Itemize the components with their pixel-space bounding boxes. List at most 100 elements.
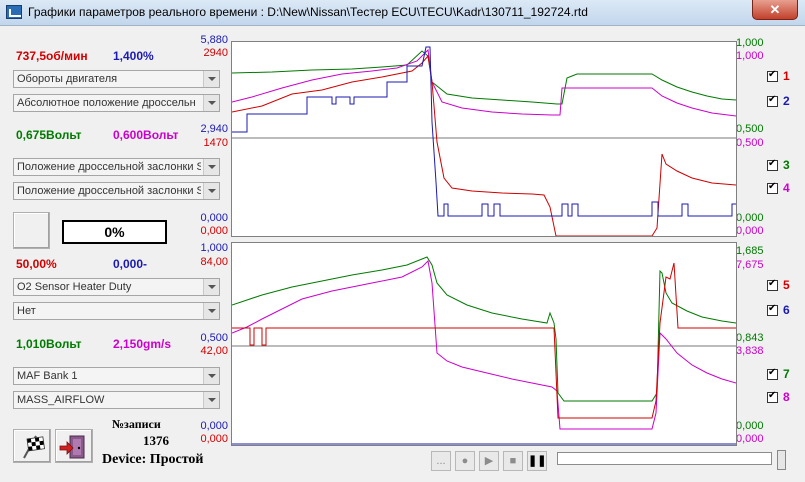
param-6-select-value: Нет [17,305,36,317]
channel-1-label: 1 [783,69,790,83]
bottom-left-axis-min-b: 0,000 [200,433,228,445]
channel-7-label: 7 [783,367,790,381]
top-left-axis-min-a: 0,000 [200,212,228,224]
channel-4-label: 4 [783,181,790,195]
top-right-axis-mid-a: 0,500 [736,123,764,135]
series-8-line [231,259,737,430]
checkered-flag-icon [23,435,45,459]
top-left-axis-min-b: 0,000 [200,225,228,237]
param-7-select-value: MAF Bank 1 [17,370,78,382]
channel-8-checkbox[interactable] [767,390,778,403]
chevron-down-icon[interactable] [203,183,219,199]
series-7-line [231,256,737,402]
bottom-right-axis-max-b: 7,675 [736,259,764,271]
bottom-left-axis-max-a: 1,000 [200,242,228,254]
bottom-left-axis-min-a: 0,000 [200,420,228,432]
client-area: 737,5об/мин 1,400% Обороты двигателя Абс… [0,27,805,482]
param-8-value: 2,150gm/s [113,337,172,351]
channel-1-checkbox[interactable] [767,69,778,82]
channel-8-label: 8 [783,390,790,404]
param-1-value: 737,5об/мин [16,49,88,63]
param-7-value: 1,010Вольт [16,337,82,351]
pause-button[interactable]: ❚❚ [527,451,547,471]
percent-display: 0% [62,220,167,244]
channel-6-label: 6 [783,303,790,317]
bottom-chart[interactable] [231,242,737,446]
param-2-value: 1,400% [113,49,154,63]
channel-7-checkbox[interactable] [767,367,778,380]
chevron-down-icon[interactable] [203,303,219,319]
top-right-axis-min-a: 0,000 [736,212,764,224]
bottom-left-axis-mid-a: 0,500 [200,332,228,344]
record-number: 1376 [143,433,169,448]
param-8-select-value: MASS_AIRFLOW [17,394,105,406]
bottom-right-axis-min-a: 0,000 [736,420,764,432]
param-3-value: 0,675Вольт [16,128,82,142]
top-chart-plot [231,46,737,237]
param-3-select-value: Положение дроссельной заслонки S [17,161,201,173]
app-icon [6,5,22,19]
top-right-axis-max-b: 1,000 [736,50,764,62]
exit-button[interactable] [55,429,93,463]
param-4-select[interactable]: Положение дроссельной заслонки S [13,182,220,200]
playback-slider-thumb[interactable] [777,450,786,470]
channel-3-checkbox[interactable] [767,158,778,171]
browse-button[interactable]: ... [431,451,451,471]
channel-2-label: 2 [783,94,790,108]
param-5-select-value: O2 Sensor Heater Duty [17,281,132,293]
bottom-left-axis-mid-b: 42,00 [200,345,228,357]
record-button[interactable]: ● [455,451,475,471]
param-8-select[interactable]: MASS_AIRFLOW [13,391,220,409]
channel-4-checkbox[interactable] [767,181,778,194]
top-chart[interactable] [231,41,737,237]
param-4-select-value: Положение дроссельной заслонки S [17,185,201,197]
chevron-down-icon[interactable] [203,71,219,87]
series-1-line [231,54,737,237]
param-1-select[interactable]: Обороты двигателя [13,70,220,88]
param-2-select-value: Абсолютное положение дроссельн [17,97,196,109]
chevron-down-icon[interactable] [203,368,219,384]
channel-5-checkbox[interactable] [767,278,778,291]
close-button[interactable]: ✕ [752,0,798,20]
bottom-chart-plot [231,256,737,445]
action-button[interactable] [13,212,50,249]
top-left-axis-mid-a: 2,940 [200,123,228,135]
channel-2-checkbox[interactable] [767,94,778,107]
param-6-value: 0,000- [113,257,148,271]
param-5-select[interactable]: O2 Sensor Heater Duty [13,278,220,296]
stop-button[interactable]: ■ [503,451,523,471]
finish-flag-button[interactable] [13,429,51,463]
series-3-line [231,50,737,105]
chevron-down-icon[interactable] [203,279,219,295]
bottom-right-axis-mid-a: 0,843 [736,332,764,344]
title-bar: Графики параметров реального времени : D… [0,0,805,26]
param-3-select[interactable]: Положение дроссельной заслонки S [13,158,220,176]
param-4-value: 0,600Вольт [113,128,179,142]
top-left-axis-mid-b: 1470 [203,137,228,149]
playback-slider-track[interactable] [557,452,772,465]
param-5-value: 50,00% [16,257,57,271]
bottom-left-axis-max-b: 84,00 [200,256,228,268]
param-2-select[interactable]: Абсолютное положение дроссельн [13,94,220,112]
param-6-select[interactable]: Нет [13,302,220,320]
bottom-right-axis-mid-b: 3,838 [736,345,764,357]
bottom-right-axis-min-b: 0,000 [736,433,764,445]
series-4-line [231,48,737,117]
channel-5-label: 5 [783,278,790,292]
record-label: №записи [112,417,161,431]
exit-door-icon [59,435,85,459]
chevron-down-icon[interactable] [203,159,219,175]
chevron-down-icon[interactable] [203,392,219,408]
channel-6-checkbox[interactable] [767,303,778,316]
bottom-right-axis-max-a: 1,685 [736,245,764,257]
param-1-select-value: Обороты двигателя [17,73,118,85]
series-5-line [232,262,736,419]
top-left-axis-max-a: 5,880 [200,34,228,46]
top-right-axis-mid-b: 0,500 [736,137,764,149]
param-7-select[interactable]: MAF Bank 1 [13,367,220,385]
chevron-down-icon[interactable] [203,95,219,111]
window-title: Графики параметров реального времени : D… [28,5,588,19]
device-status: Device: Простой [102,452,204,467]
top-right-axis-min-b: 0,000 [736,225,764,237]
play-button[interactable]: ▶ [479,451,499,471]
